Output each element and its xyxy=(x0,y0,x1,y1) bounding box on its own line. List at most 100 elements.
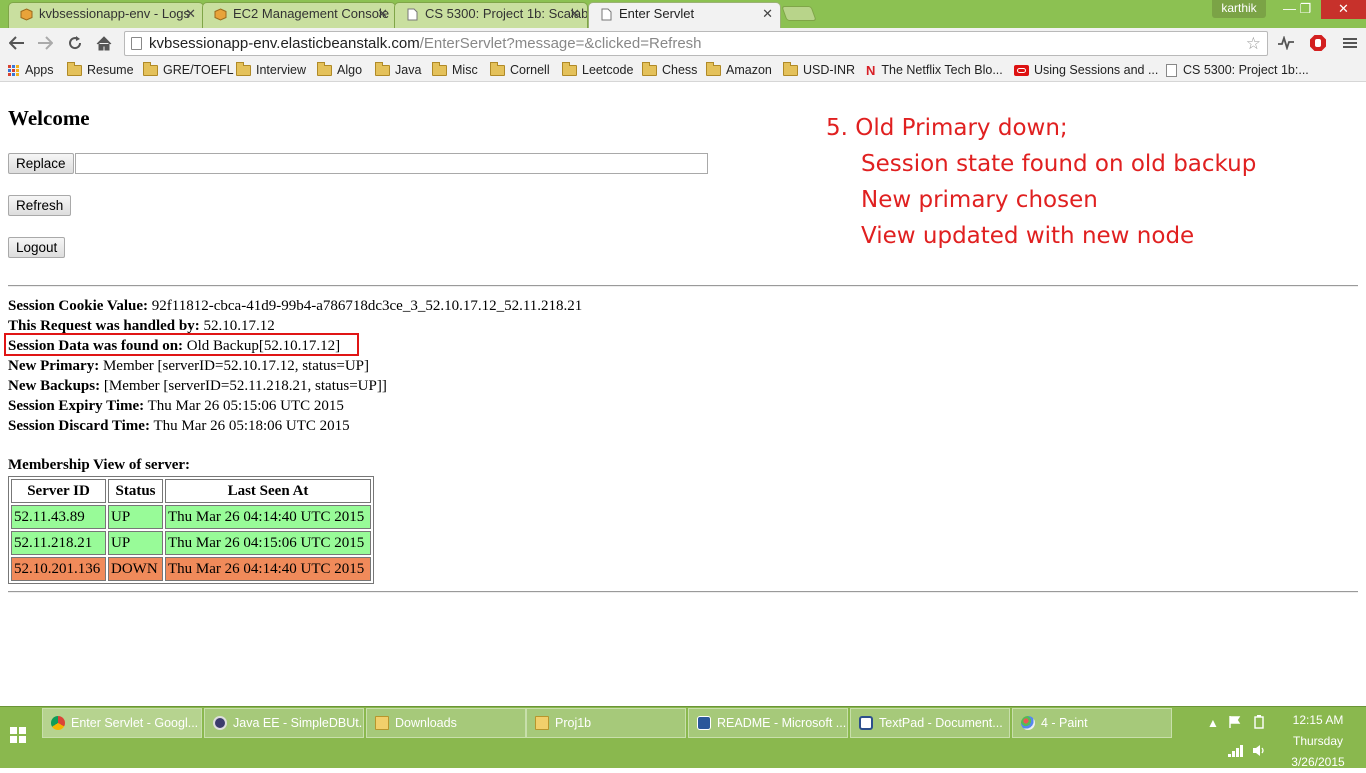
folder-icon xyxy=(642,61,657,76)
taskbar-item-textpad[interactable]: TextPad - Document... xyxy=(850,708,1010,738)
info-label: Session Discard Time: xyxy=(8,418,150,434)
bookmark-usd-inr[interactable]: USD-INR xyxy=(783,61,855,79)
bookmark-misc[interactable]: Misc xyxy=(432,61,478,79)
tab-enter-servlet[interactable]: Enter Servlet ✕ xyxy=(588,2,781,28)
pulse-extension-icon[interactable] xyxy=(1274,32,1298,54)
taskbar-item-downloads[interactable]: Downloads xyxy=(366,708,526,738)
reload-icon[interactable] xyxy=(63,32,87,54)
info-value: 92f11812-cbca-41d9-99b4-a786718dc3ce_3_5… xyxy=(148,298,583,314)
new-primary-line: New Primary: Member [serverID=52.10.17.1… xyxy=(8,357,369,375)
highlight-box xyxy=(4,333,359,356)
taskbar-label: Java EE - SimpleDBUt... xyxy=(233,716,364,730)
bookmark-cs5300[interactable]: CS 5300: Project 1b:... xyxy=(1166,61,1309,79)
tab-ec2[interactable]: EC2 Management Console ✕ xyxy=(202,2,396,28)
bookmark-algo[interactable]: Algo xyxy=(317,61,362,79)
bookmark-amazon[interactable]: Amazon xyxy=(706,61,772,79)
tab-close-icon[interactable]: ✕ xyxy=(569,3,580,25)
document-icon xyxy=(599,7,613,21)
server-id-cell: 52.10.201.136 xyxy=(11,557,106,581)
window-close-icon[interactable]: ✕ xyxy=(1321,0,1366,19)
bookmark-interview[interactable]: Interview xyxy=(236,61,306,79)
address-bar[interactable]: kvbsessionapp-env.elasticbeanstalk.com/E… xyxy=(124,31,1268,56)
column-header: Last Seen At xyxy=(165,479,371,503)
menu-icon[interactable] xyxy=(1338,32,1362,54)
forward-icon[interactable] xyxy=(33,32,57,54)
clock-day: Thursday xyxy=(1292,734,1344,748)
bookmark-gre-toefl[interactable]: GRE/TOEFL xyxy=(143,61,234,79)
tab-close-icon[interactable]: ✕ xyxy=(185,3,196,25)
table-row: 52.10.201.136 DOWN Thu Mar 26 04:14:40 U… xyxy=(11,557,371,581)
info-value: [Member [serverID=52.11.218.21, status=U… xyxy=(100,378,387,394)
taskbar-label: README - Microsoft ... xyxy=(717,716,847,730)
divider xyxy=(8,285,1358,287)
taskbar-item-paint[interactable]: 4 - Paint xyxy=(1012,708,1172,738)
info-label: This Request was handled by: xyxy=(8,318,200,334)
tab-close-icon[interactable]: ✕ xyxy=(377,3,388,25)
bookmark-apps[interactable]: Apps xyxy=(8,61,54,79)
server-id-cell: 52.11.43.89 xyxy=(11,505,106,529)
taskbar-item-word[interactable]: README - Microsoft ... xyxy=(688,708,848,738)
info-label: New Primary: xyxy=(8,358,100,374)
status-cell: DOWN xyxy=(108,557,163,581)
tab-logs[interactable]: kvbsessionapp-env - Logs ✕ xyxy=(8,2,204,28)
taskbar-item-proj1b[interactable]: Proj1b xyxy=(526,708,686,738)
bookmark-leetcode[interactable]: Leetcode xyxy=(562,61,633,79)
bookmark-using-sessions[interactable]: Using Sessions and ... xyxy=(1014,61,1158,79)
replace-input[interactable] xyxy=(75,153,708,174)
back-icon[interactable] xyxy=(5,32,29,54)
bookmark-star-icon[interactable]: ☆ xyxy=(1246,34,1261,54)
refresh-button[interactable]: Refresh xyxy=(8,195,72,216)
power-icon[interactable] xyxy=(1252,715,1266,732)
page-title: Welcome xyxy=(8,106,90,130)
windows-start-icon[interactable] xyxy=(10,727,26,743)
tab-cs5300[interactable]: CS 5300: Project 1b: Scalab ✕ xyxy=(394,2,588,28)
url-host: kvbsessionapp-env.elasticbeanstalk.com xyxy=(149,35,420,52)
logout-button[interactable]: Logout xyxy=(8,237,66,258)
tab-close-icon[interactable]: ✕ xyxy=(762,3,773,25)
bookmark-label: Leetcode xyxy=(582,63,634,77)
page-content: Welcome Replace Refresh Logout Session C… xyxy=(0,83,1366,706)
taskbar-item-chrome[interactable]: Enter Servlet - Googl... xyxy=(42,708,202,738)
volume-icon[interactable] xyxy=(1252,744,1267,760)
table-row: 52.11.43.89 UP Thu Mar 26 04:14:40 UTC 2… xyxy=(11,505,371,529)
tab-label: kvbsessionapp-env - Logs xyxy=(39,6,191,21)
folder-icon xyxy=(317,61,332,76)
wifi-signal-icon[interactable] xyxy=(1228,745,1244,760)
info-value: Thu Mar 26 05:15:06 UTC 2015 xyxy=(144,398,344,414)
bookmark-chess[interactable]: Chess xyxy=(642,61,697,79)
folder-icon xyxy=(375,61,390,76)
bookmark-label: Misc xyxy=(452,63,478,77)
aws-cube-icon xyxy=(19,7,33,21)
folder-icon xyxy=(67,61,82,76)
document-icon xyxy=(405,7,419,21)
discard-time-line: Session Discard Time: Thu Mar 26 05:18:0… xyxy=(8,417,350,435)
show-hidden-icons-icon[interactable]: ▲ xyxy=(1207,716,1219,730)
bookmark-cornell[interactable]: Cornell xyxy=(490,61,550,79)
bookmark-netflix[interactable]: N The Netflix Tech Blo... xyxy=(866,61,1003,79)
cookie-value-line: Session Cookie Value: 92f11812-cbca-41d9… xyxy=(8,297,582,315)
new-tab-button[interactable] xyxy=(781,6,817,21)
clock-time: 12:15 AM xyxy=(1292,713,1344,727)
folder-icon xyxy=(432,61,447,76)
folder-icon xyxy=(236,61,251,76)
expiry-time-line: Session Expiry Time: Thu Mar 26 05:15:06… xyxy=(8,397,344,415)
url-path: /EnterServlet?message=&clicked=Refresh xyxy=(419,35,702,52)
profile-name[interactable]: karthik xyxy=(1212,0,1266,18)
clock[interactable]: 12:15 AM Thursday 3/26/2015 xyxy=(1282,710,1354,773)
folder-icon xyxy=(562,61,577,76)
server-id-cell: 52.11.218.21 xyxy=(11,531,106,555)
taskbar-label: Enter Servlet - Googl... xyxy=(71,716,199,730)
page-icon xyxy=(131,37,142,50)
last-seen-cell: Thu Mar 26 04:14:40 UTC 2015 xyxy=(165,505,371,529)
action-center-flag-icon[interactable] xyxy=(1228,715,1242,732)
info-label: Session Expiry Time: xyxy=(8,398,145,414)
replace-button[interactable]: Replace xyxy=(8,153,74,174)
last-seen-cell: Thu Mar 26 04:14:40 UTC 2015 xyxy=(165,557,371,581)
bookmark-java[interactable]: Java xyxy=(375,61,421,79)
adblock-extension-icon[interactable] xyxy=(1306,32,1330,54)
maximize-icon[interactable]: ❐ xyxy=(1292,0,1319,19)
home-icon[interactable] xyxy=(92,32,116,54)
taskbar-item-eclipse[interactable]: Java EE - SimpleDBUt... xyxy=(204,708,364,738)
bookmark-resume[interactable]: Resume xyxy=(67,61,134,79)
url-text[interactable]: kvbsessionapp-env.elasticbeanstalk.com/E… xyxy=(149,32,702,55)
